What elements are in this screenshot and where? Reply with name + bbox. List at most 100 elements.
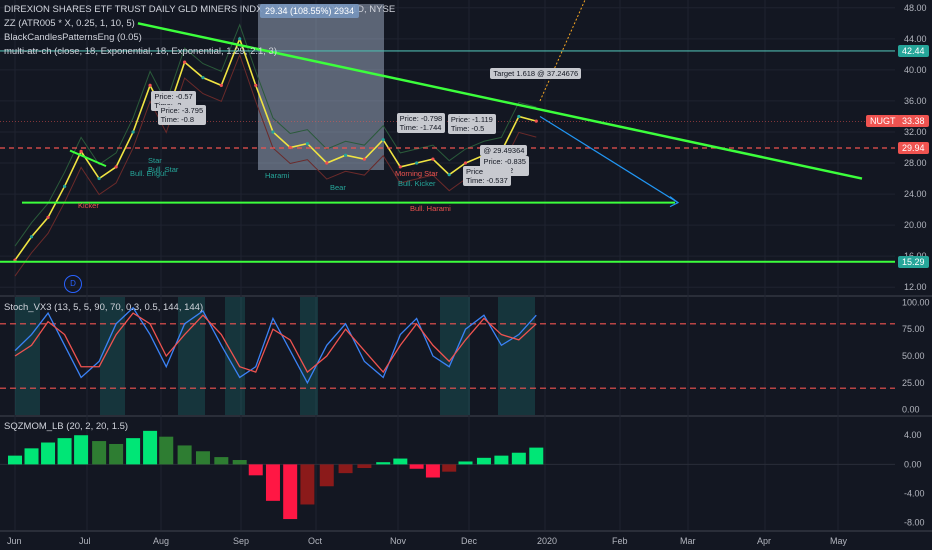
time-tick-label: 2020: [537, 536, 557, 546]
study-multi-atr[interactable]: multi-atr-ch (close, 18, Exponential, 18…: [4, 46, 277, 57]
time-tick-label: Mar: [680, 536, 696, 546]
stoch-tick-label: 75.00: [902, 324, 925, 334]
time-tick-label: Feb: [612, 536, 628, 546]
sqzmom-bar: [393, 458, 408, 465]
sqzmom-bar: [319, 464, 334, 487]
pattern-label: Bear: [330, 183, 346, 192]
time-tick-label: Apr: [757, 536, 771, 546]
sqzmom-bar: [248, 464, 263, 476]
sqzmom-bar: [8, 455, 22, 465]
sqzmom-bar: [92, 441, 107, 465]
stoch-label[interactable]: Stoch_VX3 (13, 5, 5, 90, 70, 0.3, 0.5, 1…: [4, 302, 203, 313]
fib-annotation[interactable]: Price Time: -0.537: [463, 165, 511, 186]
sqzmom-bar: [159, 436, 174, 465]
pattern-label: Bull. Kicker: [398, 179, 436, 188]
price-tag: 33.38: [898, 115, 929, 128]
sqzmom-bar: [24, 448, 39, 465]
price-point: [29, 235, 34, 239]
pattern-label: Harami: [265, 171, 290, 180]
price-tick-label: 28.00: [904, 158, 927, 168]
price-point: [46, 215, 50, 219]
price-point: [219, 83, 223, 87]
price-tick-label: 12.00: [904, 282, 927, 292]
pattern-label: Kicker: [78, 201, 99, 210]
sqzmom-bar: [442, 464, 457, 472]
time-tick-label: Oct: [308, 536, 323, 546]
fib-annotation[interactable]: Target 1.618 @ 37.24676: [490, 68, 582, 80]
price-point: [431, 157, 435, 161]
stoch-shade-band: [300, 297, 318, 415]
price-point: [131, 130, 135, 134]
price-point: [463, 161, 468, 165]
sqzmom-bar: [232, 460, 247, 465]
symbol-tag: NUGT: [866, 115, 900, 128]
stoch-shade-band: [100, 297, 125, 415]
price-tick-label: 32.00: [904, 127, 927, 137]
price-point: [517, 114, 521, 119]
projection-arrow: [539, 115, 679, 204]
sqzmom-bar: [511, 452, 526, 465]
price-point: [325, 161, 329, 165]
sqzmom-bar: [283, 464, 298, 520]
time-tick-label: Nov: [390, 536, 407, 546]
fib-annotation[interactable]: Price: -3.795 Time: -0.8: [157, 105, 207, 126]
chart-canvas: 12.0016.0020.0024.0028.0032.0036.0040.00…: [0, 0, 932, 546]
sqzmom-tick-label: -4.00: [904, 489, 925, 499]
sqzmom-label[interactable]: SQZMOM_LB (20, 2, 20, 1.5): [4, 421, 128, 432]
fib-annotation[interactable]: Price: -0.798 Time: -1.744: [396, 113, 446, 134]
price-point: [183, 60, 187, 64]
pattern-label: Star: [148, 156, 162, 165]
sqzmom-bar: [476, 457, 491, 465]
dividend-marker[interactable]: D: [64, 275, 82, 293]
sqzmom-bar: [41, 442, 56, 465]
pattern-label: Bull. Star: [148, 165, 179, 174]
sqzmom-bar: [458, 461, 473, 465]
price-point: [62, 184, 67, 188]
stoch-shade-band: [498, 297, 535, 415]
sqzmom-bar: [214, 457, 229, 465]
study-black-candles[interactable]: BlackCandlesPatternsEng (0.05): [4, 32, 142, 43]
stoch-shade-band: [178, 297, 205, 415]
price-tick-label: 24.00: [904, 189, 927, 199]
pattern-label: Bull. Harami: [410, 204, 451, 213]
price-tag: 15.29: [898, 255, 929, 268]
sqzmom-tick-label: -8.00: [904, 518, 925, 528]
sqzmom-bar: [494, 455, 509, 465]
price-point: [238, 37, 242, 41]
price-tick-label: 48.00: [904, 3, 927, 13]
time-tick-label: Sep: [233, 536, 249, 546]
sqzmom-bar: [57, 438, 72, 465]
sqzmom-bar: [126, 438, 141, 465]
stoch-tick-label: 25.00: [902, 378, 925, 388]
stoch-shade-band: [15, 297, 40, 415]
sqzmom-bar: [338, 464, 353, 474]
sqzmom-bar: [143, 430, 158, 465]
fib-annotation[interactable]: @ 29.49364: [480, 144, 528, 156]
price-point: [97, 176, 101, 181]
stoch-tick-label: 50.00: [902, 351, 925, 361]
price-point: [114, 165, 118, 169]
price-tick-label: 36.00: [904, 96, 927, 106]
price-point: [79, 149, 83, 153]
study-zz[interactable]: ZZ (ATR005 * X, 0.25, 1, 10, 5): [4, 18, 135, 29]
sqzmom-bar: [376, 462, 391, 465]
sqzmom-tick-label: 0.00: [904, 459, 922, 469]
price-point: [381, 138, 385, 142]
time-tick-label: May: [830, 536, 848, 546]
time-tick-label: Aug: [153, 536, 169, 546]
price-point: [201, 76, 205, 80]
price-point: [447, 173, 451, 177]
price-tag: 42.44: [898, 44, 929, 57]
price-tick-label: 40.00: [904, 65, 927, 75]
fib-annotation[interactable]: Price: -1.119 Time: -0.5: [447, 113, 496, 134]
sqzmom-bar: [177, 445, 192, 465]
price-point: [343, 153, 348, 157]
sqzmom-bar: [195, 451, 210, 465]
time-tick-label: Dec: [461, 536, 478, 546]
sqzmom-bar: [425, 464, 440, 478]
price-point: [305, 142, 309, 146]
price-point: [271, 130, 275, 134]
sqzmom-tick-label: 4.00: [904, 430, 922, 440]
price-point: [415, 161, 419, 165]
sqzmom-bar: [409, 464, 424, 469]
